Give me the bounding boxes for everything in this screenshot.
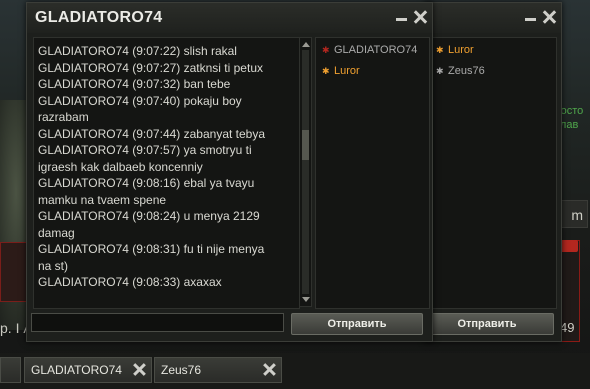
member-name: GLADIATORO74: [334, 44, 418, 56]
taskbar-left-edge[interactable]: [0, 357, 21, 383]
star-icon: ✱: [322, 66, 330, 76]
star-icon: ✱: [322, 45, 330, 55]
close-button[interactable]: [542, 10, 555, 23]
close-icon[interactable]: [264, 364, 275, 375]
chat-message: GLADIATORO74 (9:07:57) ya smotryu ti igr…: [38, 143, 252, 174]
taskbar-tab-label: Zeus76: [161, 363, 202, 377]
star-icon: ✱: [436, 66, 444, 76]
chat-taskbar: GLADIATORO74 Zeus76: [0, 353, 590, 389]
chat-message: GLADIATORO74 (9:07:32) ban tebe: [38, 77, 231, 91]
chat-message: GLADIATORO74 (9:08:24) u menya 2129 dama…: [38, 209, 260, 240]
window-controls: [524, 10, 555, 23]
window-controls: [395, 10, 426, 23]
minimize-button[interactable]: [524, 10, 537, 23]
send-button[interactable]: Отправить: [420, 313, 554, 335]
message-scrollbar[interactable]: [299, 37, 312, 307]
taskbar-tab-gladiator[interactable]: GLADIATORO74: [24, 357, 152, 383]
member-item[interactable]: ✱ Luror: [316, 61, 429, 82]
window-titlebar[interactable]: GLADIATORO74: [27, 3, 432, 33]
scroll-up-icon[interactable]: [302, 42, 310, 47]
chat-message: GLADIATORO74 (9:07:22) slish rakal: [38, 44, 237, 58]
member-item[interactable]: ✱ GLADIATORO74: [316, 40, 429, 61]
chat-message: GLADIATORO74 (9:07:40) pokaju boy razrab…: [38, 93, 242, 125]
close-icon[interactable]: [134, 364, 145, 375]
background-red-badge: [560, 240, 578, 252]
chat-message: GLADIATORO74 (9:07:27) zatknsi ti petux: [38, 60, 263, 75]
member-name: Zeus76: [448, 65, 485, 77]
chat-window-zeus: ✱ Luror ✱ Zeus76 Отправить: [420, 2, 562, 342]
send-button[interactable]: Отправить: [291, 313, 423, 335]
star-icon: ✱: [436, 45, 444, 55]
minimize-icon: [525, 18, 536, 21]
scroll-track[interactable]: [302, 50, 309, 294]
message-log: GLADIATORO74 (9:07:22) slish rakal GLADI…: [33, 37, 300, 309]
message-input[interactable]: [31, 313, 284, 332]
scroll-thumb[interactable]: [302, 130, 309, 160]
member-list: ✱ GLADIATORO74 ✱ Luror: [315, 37, 430, 309]
background-right-number: 49: [560, 320, 575, 335]
minimize-button[interactable]: [395, 10, 408, 23]
member-item[interactable]: ✱ Zeus76: [430, 61, 556, 82]
member-name: Luror: [334, 65, 360, 77]
taskbar-tab-label: GLADIATORO74: [31, 363, 122, 377]
close-button[interactable]: [413, 10, 426, 23]
chat-window-gladiator: GLADIATORO74 GLADIATORO74 (9:07:22) slis…: [26, 2, 433, 342]
chat-message: GLADIATORO74 (9:08:31) fu ti nije menya …: [38, 242, 265, 273]
member-item[interactable]: ✱ Luror: [430, 40, 556, 61]
scroll-down-icon[interactable]: [302, 297, 310, 302]
member-list: ✱ Luror ✱ Zeus76: [429, 37, 557, 309]
minimize-icon: [396, 18, 407, 21]
chat-message: GLADIATORO74 (9:08:33) axaxax: [38, 275, 222, 289]
window-titlebar[interactable]: [425, 3, 561, 33]
window-title: GLADIATORO74: [35, 9, 163, 26]
chat-message: GLADIATORO74 (9:08:16) ebal ya tvayu mam…: [38, 176, 255, 207]
member-name: Luror: [448, 44, 474, 56]
taskbar-tab-zeus[interactable]: Zeus76: [154, 357, 282, 383]
chat-message: GLADIATORO74 (9:07:44) zabanyat tebya: [38, 126, 266, 141]
